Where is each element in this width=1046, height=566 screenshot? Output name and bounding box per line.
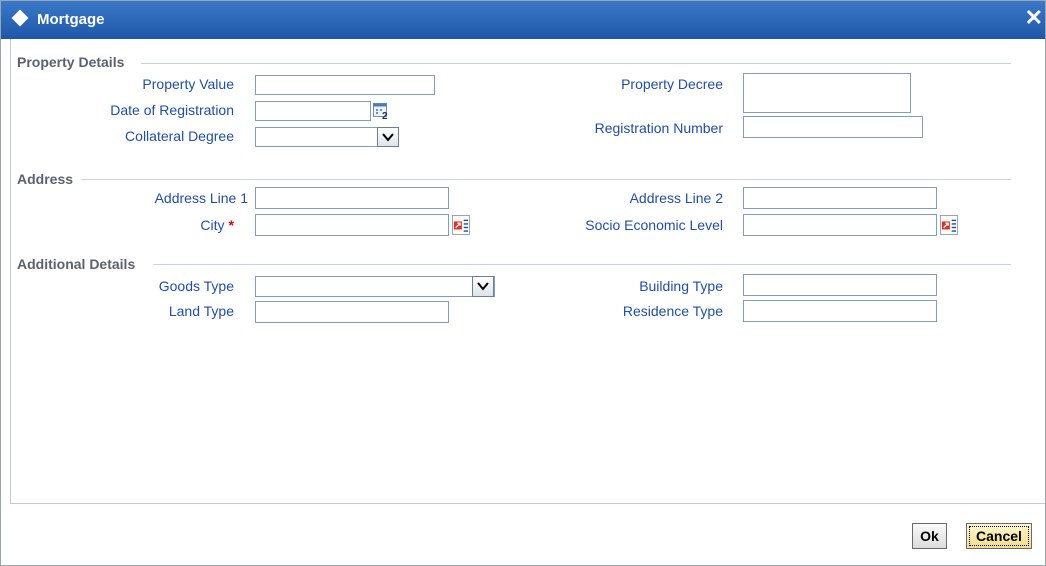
land-type-input[interactable] (255, 301, 449, 323)
residence-type-label: Residence Type (622, 303, 723, 319)
city-input[interactable] (255, 214, 449, 236)
property-decree-label: Property Decree (621, 76, 723, 92)
section-divider (153, 264, 1011, 265)
goods-type-label: Goods Type (158, 278, 234, 294)
goods-type-dropdown-button[interactable] (472, 276, 494, 297)
section-divider (141, 63, 1011, 64)
goods-type-select[interactable] (255, 276, 495, 297)
address-line-1-label: Address Line 1 (154, 190, 248, 206)
cancel-button[interactable]: Cancel (966, 523, 1032, 549)
property-value-input[interactable] (255, 75, 435, 95)
property-value-label: Property Value (142, 76, 234, 92)
date-of-registration-input[interactable] (255, 101, 371, 121)
title-bar[interactable]: Mortgage ✕ (1, 1, 1045, 39)
collateral-degree-label: Collateral Degree (125, 128, 234, 144)
address-line-2-label: Address Line 2 (629, 190, 723, 206)
required-indicator: * (228, 217, 234, 233)
section-property-details: Property Details (17, 54, 125, 70)
land-type-label: Land Type (168, 303, 234, 319)
date-of-registration-label: Date of Registration (110, 102, 234, 118)
building-type-label: Building Type (639, 278, 723, 294)
building-type-input[interactable] (743, 274, 937, 296)
city-label: City * (200, 217, 234, 233)
chevron-down-icon (477, 282, 489, 291)
address-line-2-input[interactable] (743, 187, 937, 209)
section-address: Address (17, 171, 74, 187)
diamond-icon (11, 9, 29, 27)
dialog-title: Mortgage (37, 11, 105, 28)
dialog-footer (10, 503, 1045, 565)
collateral-degree-dropdown-button[interactable] (377, 127, 399, 147)
list-of-values-icon[interactable] (452, 215, 470, 235)
registration-number-input[interactable] (743, 116, 923, 138)
residence-type-input[interactable] (743, 300, 937, 322)
list-of-values-icon[interactable] (940, 215, 958, 235)
svg-text:2: 2 (382, 111, 388, 120)
section-additional-details: Additional Details (17, 256, 136, 272)
property-decree-input[interactable] (743, 73, 911, 113)
city-label-text: City (200, 217, 225, 233)
registration-number-label: Registration Number (594, 120, 723, 136)
chevron-down-icon (382, 133, 394, 142)
section-divider (81, 179, 1011, 180)
address-line-1-input[interactable] (255, 187, 449, 209)
close-icon[interactable]: ✕ (1025, 7, 1043, 29)
socio-economic-level-input[interactable] (743, 214, 937, 236)
calendar-icon[interactable]: 2 (373, 102, 391, 120)
socio-economic-level-label: Socio Economic Level (585, 217, 723, 233)
mortgage-dialog: Mortgage ✕ Property Details Property Val… (0, 0, 1046, 566)
ok-button[interactable]: Ok (912, 523, 947, 549)
